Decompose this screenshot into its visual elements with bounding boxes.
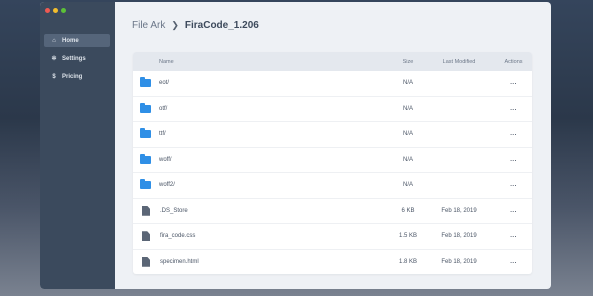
table-row[interactable]: specimen.html 1.8 KB Feb 18, 2019 ... — [133, 250, 532, 275]
column-last-modified[interactable]: Last Modified — [423, 59, 495, 65]
sidebar-item-label: Home — [62, 37, 79, 44]
table-row[interactable]: .DS_Store 6 KB Feb 18, 2019 ... — [133, 199, 532, 224]
breadcrumb-current: FiraCode_1.206 — [184, 20, 259, 31]
sidebar-item-label: Settings — [62, 55, 86, 62]
file-table: Name Size Last Modified Actions eot/ N/A… — [133, 52, 532, 274]
sidebar-item-pricing[interactable]: $ Pricing — [44, 70, 110, 83]
file-name[interactable]: woff2/ — [159, 182, 175, 188]
file-name[interactable]: eot/ — [159, 80, 169, 86]
table-row[interactable]: woff/ N/A ... — [133, 148, 532, 173]
more-actions-button[interactable]: ... — [495, 259, 532, 265]
more-actions-button[interactable]: ... — [495, 157, 532, 163]
file-size: 1.5 KB — [398, 233, 417, 240]
file-size: N/A — [402, 80, 413, 87]
file-icon — [142, 231, 150, 242]
table-row[interactable]: otf/ N/A ... — [133, 97, 532, 122]
file-size: 1.8 KB — [398, 258, 417, 265]
more-actions-button[interactable]: ... — [495, 106, 532, 112]
table-row[interactable]: ttf/ N/A ... — [133, 122, 532, 148]
file-size: N/A — [402, 182, 413, 189]
more-actions-button[interactable]: ... — [495, 80, 532, 86]
file-icon — [142, 205, 150, 216]
folder-icon — [140, 77, 151, 88]
window-controls — [45, 8, 66, 13]
main-content: File Ark ❯ FiraCode_1.206 Name Size Last… — [115, 2, 551, 289]
file-name[interactable]: fira_code.css — [160, 233, 195, 239]
chevron-right-icon: ❯ — [171, 20, 179, 30]
home-icon: ⌂ — [52, 37, 56, 44]
table-row[interactable]: woff2/ N/A ... — [133, 173, 532, 199]
pricing-icon: $ — [52, 73, 56, 80]
more-actions-button[interactable]: ... — [495, 182, 532, 188]
table-header: Name Size Last Modified Actions — [133, 52, 532, 71]
file-modified: Feb 18, 2019 — [441, 207, 477, 214]
app-window: ⌂ Home ✲ Settings $ Pricing File Ark ❯ F… — [40, 2, 551, 289]
folder-icon — [140, 179, 151, 190]
file-modified: Feb 18, 2019 — [441, 258, 477, 265]
breadcrumb: File Ark ❯ FiraCode_1.206 — [132, 20, 259, 31]
sidebar-nav: ⌂ Home ✲ Settings $ Pricing — [44, 34, 110, 88]
breadcrumb-root[interactable]: File Ark — [132, 20, 165, 31]
file-size: N/A — [402, 131, 413, 138]
gear-icon: ✲ — [51, 56, 57, 62]
minimize-window-button[interactable] — [53, 8, 58, 13]
folder-icon — [140, 102, 151, 113]
file-size: N/A — [402, 105, 413, 112]
more-actions-button[interactable]: ... — [495, 131, 532, 137]
zoom-window-button[interactable] — [61, 8, 66, 13]
file-icon — [142, 256, 150, 267]
sidebar-item-settings[interactable]: ✲ Settings — [44, 52, 110, 65]
folder-icon — [140, 153, 151, 164]
file-name[interactable]: specimen.html — [160, 259, 199, 265]
more-actions-button[interactable]: ... — [495, 233, 532, 239]
column-actions: Actions — [504, 58, 523, 65]
table-row[interactable]: fira_code.css 1.5 KB Feb 18, 2019 ... — [133, 224, 532, 250]
sidebar: ⌂ Home ✲ Settings $ Pricing — [40, 2, 115, 289]
file-name[interactable]: woff/ — [159, 157, 172, 163]
column-name[interactable]: Name — [133, 59, 393, 65]
more-actions-button[interactable]: ... — [495, 208, 532, 214]
table-row[interactable]: eot/ N/A ... — [133, 71, 532, 97]
close-window-button[interactable] — [45, 8, 50, 13]
file-name[interactable]: ttf/ — [159, 131, 166, 137]
file-name[interactable]: otf/ — [159, 106, 167, 112]
file-size: 6 KB — [401, 207, 415, 214]
sidebar-item-home[interactable]: ⌂ Home — [44, 34, 110, 47]
file-size: N/A — [402, 156, 413, 163]
column-size[interactable]: Size — [393, 59, 423, 65]
sidebar-item-label: Pricing — [62, 73, 83, 80]
file-name[interactable]: .DS_Store — [160, 208, 188, 214]
folder-icon — [140, 128, 151, 139]
file-modified: Feb 18, 2019 — [441, 233, 477, 240]
